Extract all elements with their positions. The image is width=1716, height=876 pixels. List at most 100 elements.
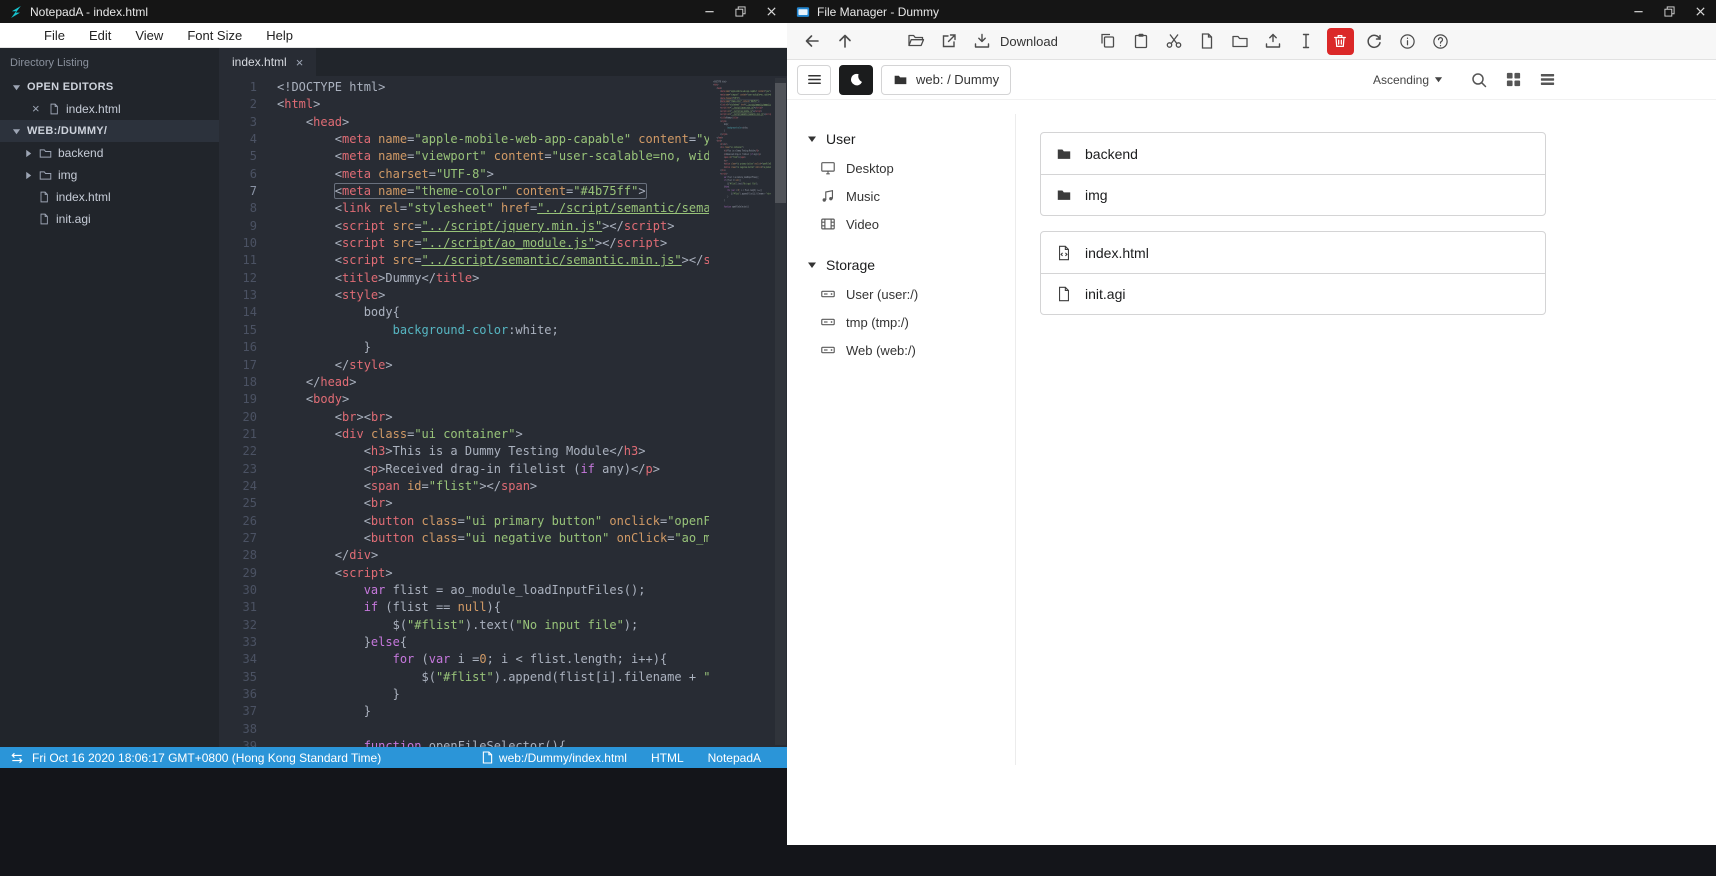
search-button[interactable] xyxy=(1470,71,1488,89)
sidebar-item-music[interactable]: Music xyxy=(807,182,1007,210)
code-line: <br><br> xyxy=(277,409,393,424)
open-editors-section[interactable]: OPEN EDITORS xyxy=(0,76,219,98)
menu-help[interactable]: Help xyxy=(266,28,293,43)
sync-icon[interactable] xyxy=(10,752,24,764)
notepada-titlebar[interactable]: NotepadA - index.html xyxy=(0,0,787,23)
download-label[interactable]: Download xyxy=(1000,34,1058,49)
menu-font-size[interactable]: Font Size xyxy=(187,28,242,43)
code-line: <html> xyxy=(277,97,321,112)
file-icon xyxy=(1056,286,1072,302)
code-editor[interactable]: 1 2 3 4 5 6 7 8 9 10 11 12 13 14 15 16 17 18 19 20 21 22 23 24 2… xyxy=(219,76,787,747)
file-name: backend xyxy=(1085,145,1138,162)
file-icon xyxy=(38,191,50,203)
sort-dropdown[interactable]: Ascending xyxy=(1373,73,1443,87)
close-button[interactable] xyxy=(756,0,787,23)
close-button[interactable] xyxy=(1685,0,1716,23)
line-number: 38 xyxy=(242,721,257,736)
open-folder-button[interactable] xyxy=(899,26,932,56)
code-line: <!DOCTYPE html> xyxy=(277,80,386,94)
upload-button[interactable] xyxy=(1257,26,1290,56)
back-button[interactable] xyxy=(795,26,828,56)
line-number: 37 xyxy=(242,704,257,719)
line-number: 1 xyxy=(249,80,257,94)
folder-icon xyxy=(39,147,52,160)
minimize-button[interactable] xyxy=(1623,0,1654,23)
tree-item-img[interactable]: img xyxy=(0,164,219,186)
workspace-root[interactable]: WEB:/DUMMY/ xyxy=(0,120,219,142)
tab-close-icon[interactable]: × xyxy=(296,55,304,70)
filemanager-titlebar[interactable]: File Manager - Dummy xyxy=(787,0,1716,23)
scrollbar-thumb[interactable] xyxy=(775,83,786,203)
folder-icon xyxy=(1056,146,1072,162)
menu-toggle-button[interactable] xyxy=(797,64,831,95)
line-number: 5 xyxy=(249,149,257,164)
tree-item-init-agi[interactable]: init.agi xyxy=(0,208,219,230)
code-line: } xyxy=(713,129,725,133)
rename-button[interactable] xyxy=(1290,26,1323,56)
theme-toggle-button[interactable] xyxy=(839,64,873,95)
open-editor-item[interactable]: × index.html xyxy=(0,98,219,120)
up-button[interactable] xyxy=(828,26,861,56)
notepada-window: NotepadA - index.html File Edit View Fon… xyxy=(0,0,787,768)
line-number: 9 xyxy=(249,218,257,233)
code-line: } xyxy=(713,195,729,199)
sidebar-item-tmp-drive[interactable]: tmp (tmp:/) xyxy=(807,308,1007,336)
file-row-img[interactable]: img xyxy=(1041,174,1545,215)
close-editor-icon[interactable]: × xyxy=(32,102,42,115)
minimize-button[interactable] xyxy=(694,0,725,23)
restore-button[interactable] xyxy=(725,0,756,23)
statusbar-file[interactable]: web:/Dummy/index.html xyxy=(482,751,627,765)
caret-down-icon xyxy=(808,262,816,268)
line-number: 34 xyxy=(242,652,257,667)
file-code-icon xyxy=(1056,245,1072,261)
file-row-index-html[interactable]: index.html xyxy=(1041,232,1545,273)
editor-scrollbar[interactable] xyxy=(775,78,786,745)
code-line: $("#flist").text("No input file"); xyxy=(277,617,639,632)
copy-button[interactable] xyxy=(1092,26,1125,56)
sidebar-item-web-drive[interactable]: Web (web:/) xyxy=(807,336,1007,364)
sidebar-item-user-drive[interactable]: User (user:/) xyxy=(807,280,1007,308)
paste-button[interactable] xyxy=(1125,26,1158,56)
sidebar-section-storage[interactable]: Storage xyxy=(807,250,1007,280)
open-in-new-button[interactable] xyxy=(932,26,965,56)
download-button[interactable] xyxy=(965,26,998,56)
delete-button[interactable] xyxy=(1326,27,1354,55)
hamburger-icon xyxy=(807,74,821,85)
statusbar-filepath: web:/Dummy/index.html xyxy=(498,750,627,765)
line-number: 33 xyxy=(242,635,257,649)
maximize-button[interactable] xyxy=(1654,0,1685,23)
tree-item-index-html[interactable]: index.html xyxy=(0,186,219,208)
statusbar-language[interactable]: HTML xyxy=(651,751,684,765)
menu-file[interactable]: File xyxy=(44,28,65,43)
line-number: 29 xyxy=(242,565,257,580)
new-file-button[interactable] xyxy=(1191,26,1224,56)
window-controls xyxy=(694,0,787,23)
line-number: 16 xyxy=(242,340,257,355)
cut-button[interactable] xyxy=(1158,26,1191,56)
tab-index-html[interactable]: index.html × xyxy=(219,48,317,76)
line-number: 35 xyxy=(242,669,257,684)
file-row-backend[interactable]: backend xyxy=(1041,133,1545,174)
new-folder-button[interactable] xyxy=(1224,26,1257,56)
menu-view[interactable]: View xyxy=(135,28,163,43)
sidebar-item-video[interactable]: Video xyxy=(807,210,1007,238)
help-button[interactable] xyxy=(1424,26,1457,56)
tree-item-backend[interactable]: backend xyxy=(0,142,219,164)
file-row-init-agi[interactable]: init.agi xyxy=(1041,273,1545,314)
line-number: 31 xyxy=(242,600,257,615)
code-line: </div> xyxy=(277,548,379,563)
menu-edit[interactable]: Edit xyxy=(89,28,111,43)
breadcrumb[interactable]: web: / Dummy xyxy=(881,64,1012,95)
list-view-button[interactable] xyxy=(1539,71,1556,88)
code-line: <head> xyxy=(713,86,723,90)
caret-down-icon xyxy=(808,136,816,142)
code-line: <script> xyxy=(713,172,728,176)
grid-view-button[interactable] xyxy=(1505,71,1522,88)
caret-down-icon xyxy=(1434,77,1443,83)
info-button[interactable] xyxy=(1391,26,1424,56)
sidebar-section-user[interactable]: User xyxy=(807,124,1007,154)
file-icon xyxy=(1202,33,1213,49)
refresh-button[interactable] xyxy=(1358,26,1391,56)
sidebar-item-desktop[interactable]: Desktop xyxy=(807,154,1007,182)
sidebar-item-label: Video xyxy=(846,216,880,232)
